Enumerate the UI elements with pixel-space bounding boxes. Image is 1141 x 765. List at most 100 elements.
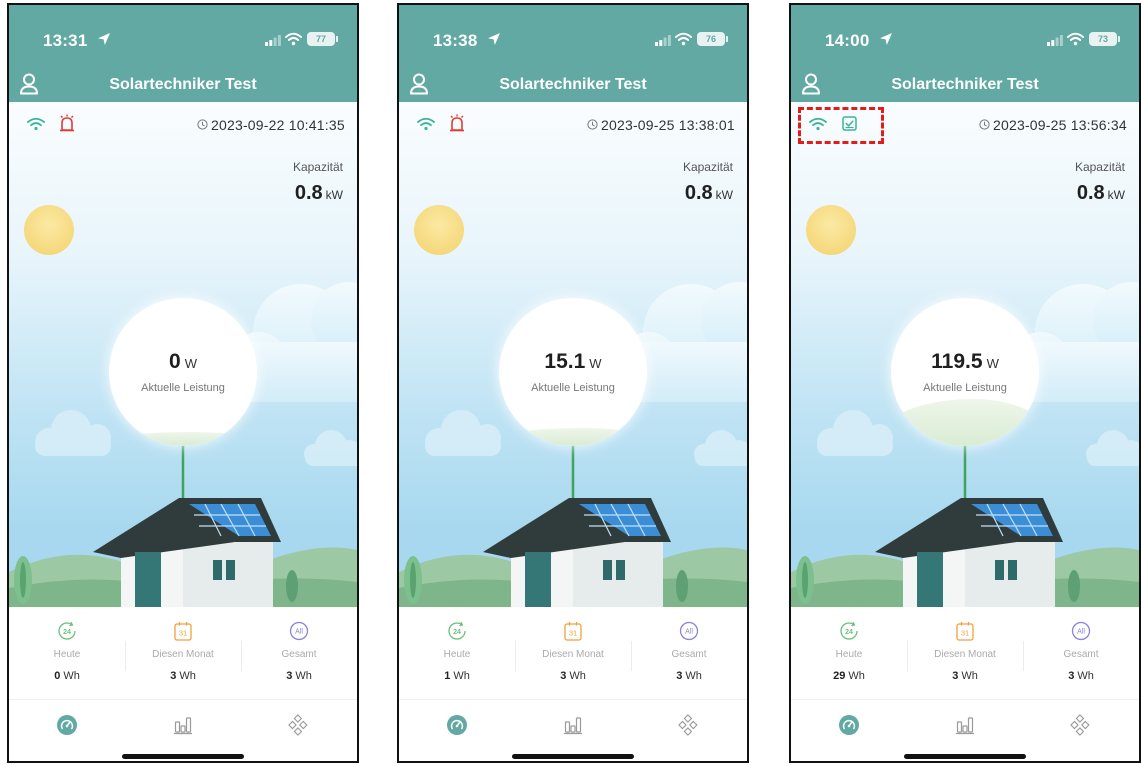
stat-month-value: 3 Wh [907,670,1023,682]
today-24h-icon: 24 [448,621,466,640]
power-level-fill [499,427,647,446]
wifi-status-icon [675,32,692,46]
stat-total-label: Gesamt [671,649,707,660]
cellular-signal-icon [1047,35,1063,46]
device-grid-icon[interactable] [288,714,310,736]
current-power-value: 119.5 W [891,350,1039,374]
clock-icon [979,119,990,130]
stat-month-label: Diesen Monat [152,649,214,660]
calendar-icon: 31 [956,622,974,641]
capacity-number: 0.8 [294,182,323,204]
wifi-status-icon [1067,32,1084,46]
capacity-value: 0.8 kW [685,182,733,205]
stat-month[interactable]: 31 Diesen Monat 3 Wh [907,607,1023,699]
ios-status-bar: 13:31 77 [9,5,357,61]
bar-chart-icon[interactable] [172,714,194,736]
cloud-small-right [1086,430,1139,466]
today-24h-icon: 24 [58,621,76,640]
capacity-label: Kapazität [292,160,343,174]
stat-today-number: 29 [833,670,846,682]
stat-month-value: 3 Wh [515,670,631,682]
ios-status-bar: 13:38 76 [399,5,747,61]
alarm-icon[interactable] [449,114,465,132]
bottom-tab-bar [9,699,357,761]
stat-total[interactable]: All Gesamt 3 Wh [631,607,747,699]
tree-left [14,556,32,604]
today-24h-icon: 24 [840,621,858,640]
bar-chart-icon[interactable] [954,714,976,736]
calendar-icon-text: 31 [179,629,187,638]
phone-screen: 14:00 73 Solartechniker Test 2023-09-25 … [789,3,1141,763]
stat-total[interactable]: All Gesamt 3 Wh [241,607,357,699]
stat-month[interactable]: 31 Diesen Monat 3 Wh [515,607,631,699]
status-time: 13:31 [43,31,88,50]
stat-today-label: Heute [53,649,81,660]
capacity-number: 0.8 [684,182,713,204]
current-power-circle: 15.1 W Aktuelle Leistung [499,298,647,446]
stat-today-unit: Wh [63,670,80,682]
capacity-number: 0.8 [1076,182,1105,204]
stat-today-value: 0 Wh [9,670,125,682]
capacity-value: 0.8 kW [295,182,343,205]
capacity-value: 0.8 kW [1077,182,1125,205]
stat-month[interactable]: 31 Diesen Monat 3 Wh [125,607,241,699]
location-arrow-icon [98,33,110,45]
stat-total-unit: Wh [1077,670,1094,682]
stat-month-label: Diesen Monat [542,649,604,660]
stat-today[interactable]: 24 Heute 29 Wh [791,607,907,699]
plant-title: Solartechniker Test [109,76,257,93]
power-number: 119.5 [931,350,983,373]
annotation-highlight-box [798,107,884,144]
stat-total-value: 3 Wh [1023,670,1139,682]
cloud-small-right [694,430,747,466]
stat-total-number: 3 [1068,670,1075,682]
dashboard-icon[interactable] [838,714,860,736]
bar-chart-icon[interactable] [562,714,584,736]
device-grid-icon[interactable] [678,714,700,736]
tree-left [796,556,814,604]
stat-today-number: 0 [54,670,61,682]
today-icon-text: 24 [453,629,461,636]
house [875,498,1063,607]
all-icon: All [289,621,309,641]
current-power-label: Aktuelle Leistung [531,382,615,394]
ios-status-bar: 14:00 73 [791,5,1139,61]
capacity-label: Kapazität [682,160,733,174]
dashboard-icon[interactable] [446,714,468,736]
battery-indicator: 73 [1089,32,1120,46]
phone-screen: 13:31 77 Solartechniker Test 2023-09-22 … [7,3,359,763]
stat-today-unit: Wh [453,670,470,682]
power-level-fill [109,432,257,446]
dashboard-icon[interactable] [56,714,78,736]
stat-today[interactable]: 24 Heute 1 Wh [399,607,515,699]
calendar-icon: 31 [174,622,192,641]
plant-overview-scene: 2023-09-22 10:41:35 Kapazität 0.8 kW 0W A… [9,102,357,607]
status-time: 14:00 [825,31,870,50]
today-icon-text: 24 [845,629,853,636]
plant-title: Solartechniker Test [499,76,647,93]
alarm-icon[interactable] [59,114,75,132]
stat-total[interactable]: All Gesamt 3 Wh [1023,607,1139,699]
power-number: 15.1 [544,350,586,373]
device-grid-icon[interactable] [1070,714,1092,736]
capacity-unit: kW [325,188,343,202]
current-power-circle: 119.5 W Aktuelle Leistung [891,298,1039,446]
status-time: 13:38 [433,31,478,50]
bottom-tab-bar [399,699,747,761]
current-power-value: 0W [109,350,257,374]
all-icon-text: All [685,629,693,636]
stat-total-unit: Wh [295,670,312,682]
cellular-signal-icon [265,35,281,46]
all-icon: All [1071,621,1091,641]
clock-icon [587,119,598,130]
app-header: 13:38 76 Solartechniker Test [399,5,747,102]
stat-today[interactable]: 24 Heute 0 Wh [9,607,125,699]
all-icon-text: All [295,629,303,636]
battery-indicator: 77 [307,32,338,46]
cloud-small-right [304,430,357,466]
nav-bar: Solartechniker Test [9,61,357,102]
stat-today-value: 1 Wh [399,670,515,682]
wifi-status-icon [285,32,302,46]
stat-month-number: 3 [170,670,177,682]
stat-month-number: 3 [952,670,959,682]
